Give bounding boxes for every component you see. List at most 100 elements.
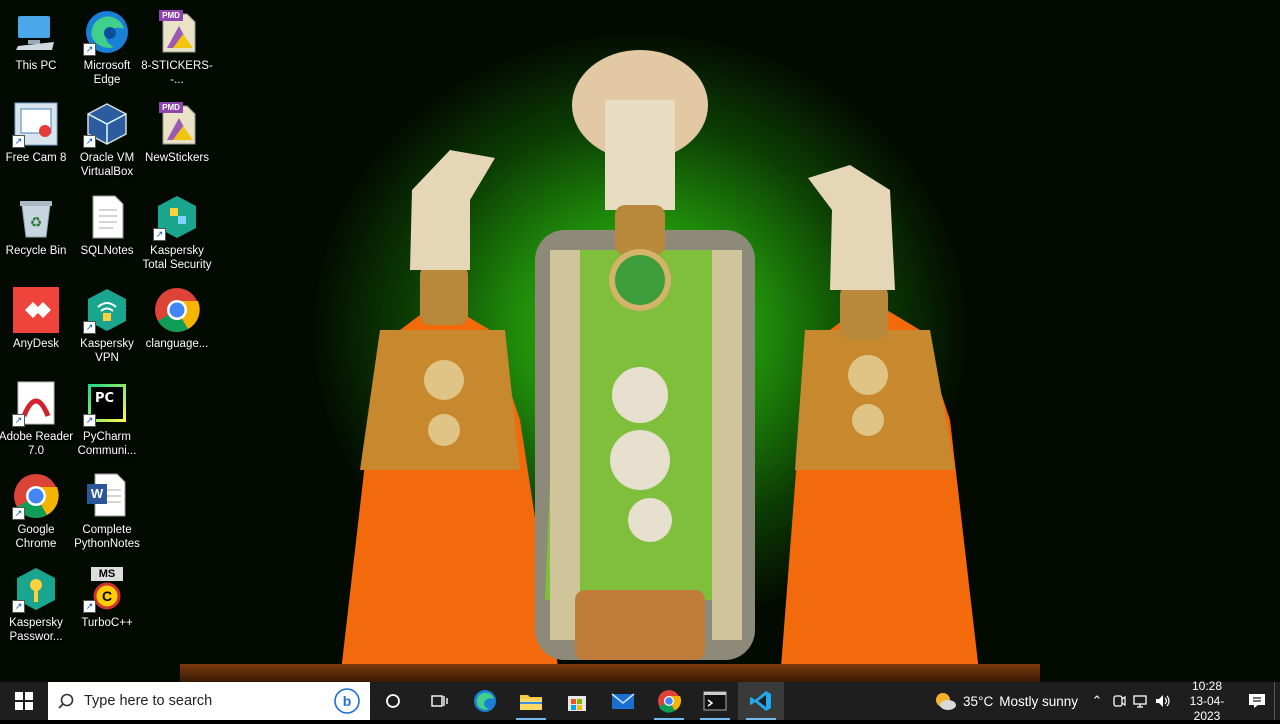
desktop-icon-label: Microsoft Edge (83, 60, 131, 86)
desktop-icon-label: This PC (15, 60, 57, 72)
svg-text:b: b (343, 693, 352, 709)
taskbar-edge[interactable] (462, 682, 508, 720)
desktop-icon-clanguage[interactable]: clanguage... (141, 286, 213, 376)
recycle-bin-icon: ♻ (12, 193, 60, 241)
turboc-badge: MS (91, 567, 123, 581)
desktop-icon-microsoft-edge[interactable]: ↗ Microsoft Edge (71, 8, 143, 98)
pycharm-icon: PC ↗ (83, 379, 131, 427)
free-cam-icon: ↗ (12, 100, 60, 148)
desktop-icon-adobe-reader[interactable]: ↗ Adobe Reader 7.0 (0, 379, 73, 469)
desktop-icon-recycle-bin[interactable]: ♻ Recycle Bin (0, 193, 72, 283)
desktop-icon-google-chrome[interactable]: ↗ Google Chrome (0, 472, 72, 562)
clock-date: 13-04-2023 (1189, 693, 1225, 723)
word-document-icon: W (83, 472, 131, 520)
search-icon (58, 693, 74, 709)
desktop-icon-complete-pythonnotes[interactable]: W Complete PythonNotes (71, 472, 143, 562)
chrome-icon (658, 690, 681, 713)
desktop-icon-kaspersky-vpn[interactable]: ↗ Kaspersky VPN (71, 286, 143, 376)
monitor-icon (12, 8, 60, 56)
terminal-icon (703, 691, 727, 711)
cortana-circle-icon (386, 694, 400, 708)
desktop-icon-kaspersky-password[interactable]: ↗ Kaspersky Passwor... (0, 565, 72, 655)
shortcut-arrow-icon: ↗ (83, 414, 96, 427)
desktop-icon-label: SQLNotes (80, 245, 134, 257)
desktop-icon-label: clanguage... (145, 338, 209, 350)
shortcut-arrow-icon: ↗ (83, 135, 96, 148)
meet-now-icon[interactable] (1108, 682, 1130, 720)
edge-icon (474, 690, 496, 712)
store-icon (568, 696, 586, 711)
notification-center-icon[interactable] (1240, 682, 1274, 720)
weather-temp: 35°C (963, 693, 994, 709)
turboc-icon: MS C ↗ (83, 565, 131, 613)
mail-icon (611, 693, 635, 709)
desktop-icon-free-cam[interactable]: ↗ Free Cam 8 (0, 100, 72, 190)
svg-text:C: C (102, 588, 112, 604)
desktop-icon-label: TurboC++ (81, 617, 133, 629)
desktop-icon-kaspersky-total-security[interactable]: ↗ Kaspersky Total Security (141, 193, 213, 283)
weather-text: Mostly sunny (999, 693, 1078, 709)
taskbar-vscode[interactable] (738, 682, 784, 720)
taskbar-chrome[interactable] (646, 682, 692, 720)
shortcut-arrow-icon: ↗ (153, 228, 166, 241)
desktop-icon-label: Kaspersky Total Security (142, 245, 212, 271)
vscode-icon (750, 691, 771, 711)
pmd-file-icon: PMD (153, 8, 201, 56)
desktop-icon-label: Free Cam 8 (5, 152, 67, 164)
bing-icon[interactable]: b (334, 688, 360, 714)
anydesk-icon (12, 286, 60, 334)
show-desktop-button[interactable] (1274, 682, 1280, 720)
desktop-icon-virtualbox[interactable]: ↗ Oracle VM VirtualBox (71, 100, 143, 190)
desktop-icon-label: PyCharm Communi... (77, 431, 137, 457)
desktop-icon-label: Recycle Bin (5, 245, 67, 257)
shortcut-arrow-icon: ↗ (12, 414, 25, 427)
kaspersky-password-icon: ↗ (12, 565, 60, 613)
task-view-icon (431, 695, 448, 707)
network-icon[interactable] (1130, 682, 1152, 720)
desktop-icon-turboc[interactable]: MS C ↗ TurboC++ (71, 565, 143, 655)
word-badge: W (87, 484, 107, 504)
shortcut-arrow-icon: ↗ (12, 135, 25, 148)
taskbar: Type here to search b 35°C Mostly sunny … (0, 679, 1280, 723)
desktop-icon-anydesk[interactable]: AnyDesk (0, 286, 72, 376)
system-tray: 35°C Mostly sunny ⌃ 10:28 13-04-2023 (933, 679, 1280, 723)
desktop-icon-sqlnotes[interactable]: SQLNotes (71, 193, 143, 283)
cortana-button[interactable] (370, 682, 416, 720)
partly-sunny-icon (936, 693, 957, 710)
edge-icon: ↗ (83, 8, 131, 56)
taskbar-clock[interactable]: 10:28 13-04-2023 (1178, 679, 1236, 724)
taskbar-terminal[interactable] (692, 682, 738, 720)
show-hidden-icons-chevron-up-icon[interactable]: ⌃ (1086, 682, 1108, 720)
taskbar-mail[interactable] (600, 682, 646, 720)
shortcut-arrow-icon: ↗ (12, 600, 25, 613)
shortcut-arrow-icon: ↗ (83, 43, 96, 56)
svg-text:♻: ♻ (30, 214, 43, 230)
desktop-icon-label: Kaspersky Passwor... (9, 617, 63, 643)
chrome-icon: ↗ (12, 472, 60, 520)
pmd-badge: PMD (159, 10, 183, 21)
wallpaper-floor (180, 664, 1040, 682)
start-button[interactable] (0, 682, 48, 720)
desktop-icon-label: Complete PythonNotes (74, 524, 140, 550)
desktop-icon-label: AnyDesk (12, 338, 60, 350)
desktop-icon-8-stickers[interactable]: PMD 8-STICKERS--... (141, 8, 213, 98)
desktop-icon-newstickers[interactable]: PMD NewStickers (141, 100, 213, 190)
taskbar-search-box[interactable]: Type here to search b (48, 682, 370, 720)
desktop-icon-this-pc[interactable]: This PC (0, 8, 72, 98)
pmd-file-icon: PMD (153, 100, 201, 148)
volume-icon[interactable] (1152, 682, 1174, 720)
shortcut-arrow-icon: ↗ (12, 507, 25, 520)
text-document-icon (83, 193, 131, 241)
folder-icon (520, 695, 542, 710)
taskbar-file-explorer[interactable] (508, 682, 554, 720)
weather-widget[interactable]: 35°C Mostly sunny (933, 690, 1078, 712)
desktop-icon-label: NewStickers (145, 152, 209, 164)
desktop-icon-label: Google Chrome (15, 524, 57, 550)
desktop-icon-pycharm[interactable]: PC ↗ PyCharm Communi... (71, 379, 143, 469)
task-view-button[interactable] (416, 682, 462, 720)
taskbar-microsoft-store[interactable] (554, 682, 600, 720)
virtualbox-icon: ↗ (83, 100, 131, 148)
desktop-icon-label: 8-STICKERS--... (141, 60, 213, 86)
desktop-icon-label: Oracle VM VirtualBox (79, 152, 135, 178)
chrome-icon (153, 286, 201, 334)
